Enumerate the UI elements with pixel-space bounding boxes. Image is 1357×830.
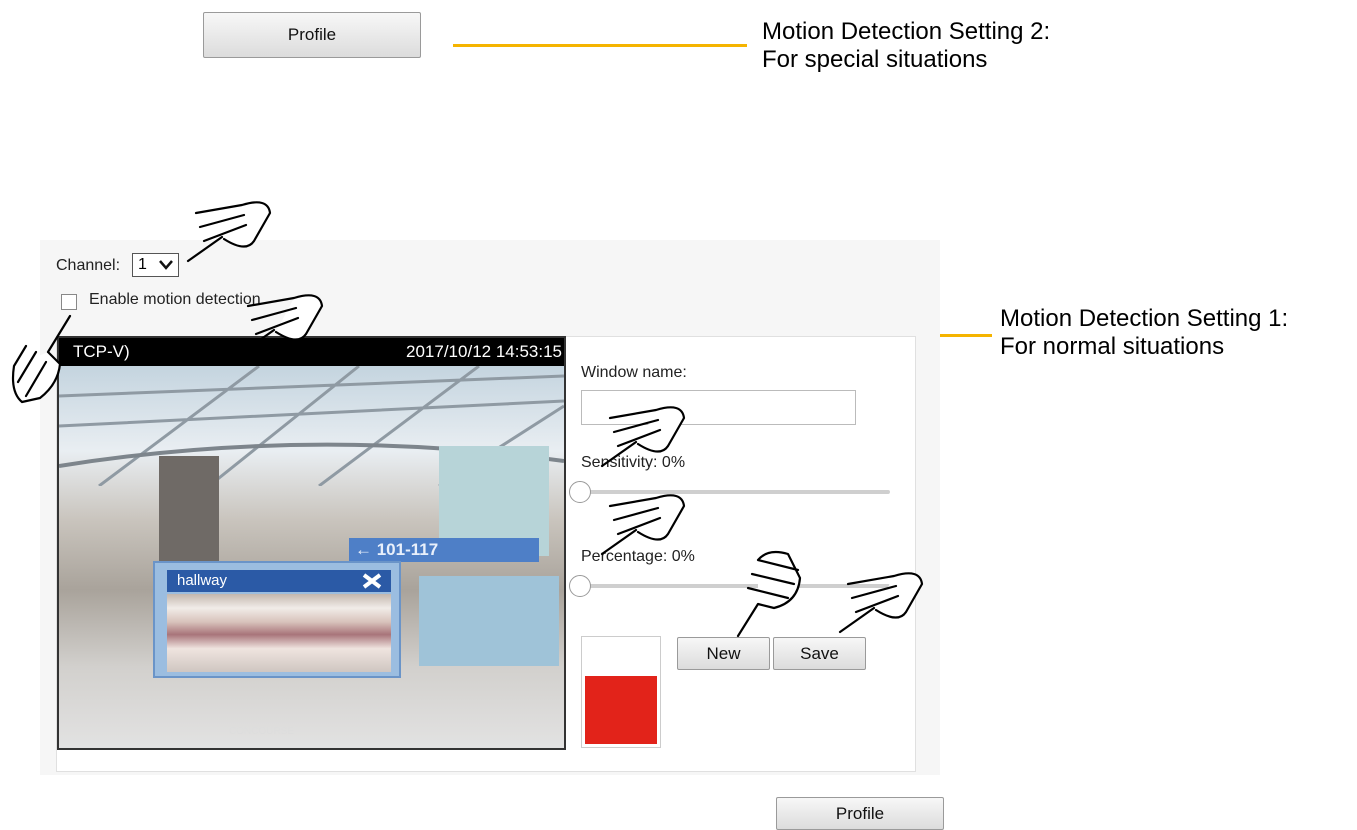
motion-window-region [167,594,391,672]
stream-label: TCP-V) [73,342,130,361]
channel-select-value: 1 [138,256,147,273]
chevron-down-icon [159,260,173,270]
profile-button-bottom-label: Profile [835,803,885,823]
motion-window-hallway[interactable]: hallway [153,561,401,678]
enable-motion-checkbox[interactable] [61,294,77,310]
callout2-title: Motion Detection Setting 2: [762,18,1051,45]
live-video-view[interactable]: TCP-V) 2017/10/12 14:53:15 ← 101-117 CON… [57,336,566,750]
close-icon[interactable] [361,572,383,590]
callout1-title: Motion Detection Setting 1: [1000,305,1289,332]
camera-scene: ← 101-117 CONCOURSE [59,366,564,748]
window-name-label: Window name: [581,364,687,381]
pointing-hand-icon [600,494,686,556]
channel-label: Channel: [56,257,121,274]
pointing-hand-icon [11,314,72,404]
callout2-text: Motion Detection Setting 2: For special … [762,18,1050,74]
motion-window-title-bar[interactable]: hallway [167,570,391,592]
save-button[interactable]: Save [773,637,866,670]
percentage-slider-thumb[interactable] [569,575,591,597]
sensitivity-slider-thumb[interactable] [569,481,591,503]
channel-select[interactable]: 1 [132,253,179,277]
gate-sign: ← 101-117 [349,538,539,562]
pointing-hand-icon [736,550,802,638]
profile-button-bottom[interactable]: Profile [776,797,944,830]
enable-motion-label: Enable motion detection [89,291,261,308]
save-button-label: Save [800,643,839,663]
pointing-hand-icon [600,406,686,468]
pointing-hand-icon [838,572,924,634]
callout2-subtitle: For special situations [762,46,988,73]
callout1-subtitle: For normal situations [1000,333,1225,360]
motion-window-name: hallway [177,572,228,589]
video-timestamp: 2017/10/12 14:53:15 [406,342,562,361]
pointing-hand-icon [238,294,324,356]
motion-level-indicator [585,676,657,744]
new-button[interactable]: New [677,637,770,670]
new-button-label: New [706,643,741,663]
callout1-text: Motion Detection Setting 1: For normal s… [1000,305,1288,361]
pointing-hand-icon [186,201,272,263]
floor-label: CONCOURSE [229,726,295,737]
callout2-line [453,44,747,47]
profile-button-top[interactable]: Profile [203,12,421,58]
right-counter [419,576,559,666]
profile-button-top-label: Profile [287,25,337,44]
